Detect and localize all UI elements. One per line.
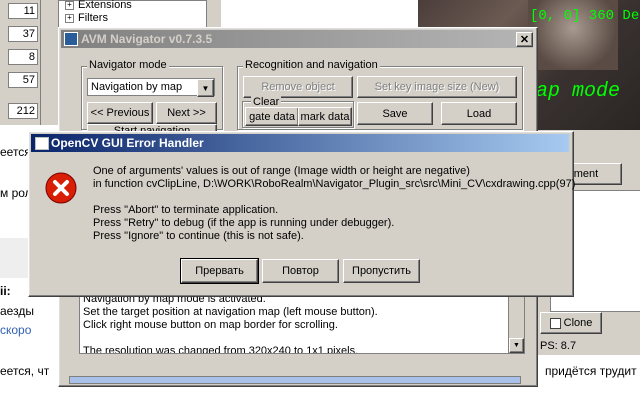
tree-item[interactable]: + Filters	[65, 12, 108, 24]
expand-icon[interactable]: +	[65, 0, 74, 10]
value-box: 37	[8, 26, 38, 42]
fps-text: PS: 8.7	[540, 340, 577, 352]
log-line: The resolution was changed from 320x240 …	[83, 345, 359, 354]
retry-button[interactable]: Повтор	[262, 259, 339, 283]
error-hint-ignore: Press "Ignore" to continue (this is not …	[93, 230, 304, 242]
abort-button[interactable]: Прервать	[180, 258, 259, 284]
tree-item[interactable]: + Extensions	[65, 0, 132, 11]
save-button[interactable]: Save	[357, 102, 433, 125]
close-button[interactable]: ✕	[516, 32, 533, 47]
navigator-titlebar: AVM Navigator v0.7.3.5 ✕	[61, 30, 533, 48]
log-line: Set the target position at navigation ma…	[83, 306, 378, 318]
error-dialog: OpenCV GUI Error Handler One of argument…	[28, 131, 576, 297]
navigator-mode-select[interactable]: Navigation by map ▼	[87, 78, 215, 97]
background-text: еется, чт	[0, 364, 50, 378]
next-button[interactable]: Next >>	[156, 102, 217, 124]
error-message-line: One of arguments' values is out of range…	[93, 165, 470, 177]
background-text: м рол	[0, 186, 32, 200]
value-box: 11	[8, 3, 38, 19]
dialog-app-icon	[35, 137, 49, 150]
background-text: аезды	[0, 304, 34, 318]
app-icon	[64, 32, 78, 46]
background-left-strip	[40, 0, 59, 125]
background-text: еется	[0, 145, 31, 159]
navigator-mode-label: Navigator mode	[87, 59, 169, 71]
error-hint-abort: Press "Abort" to terminate application.	[93, 204, 279, 216]
clone-button[interactable]: Clone	[540, 312, 602, 334]
error-dialog-titlebar: OpenCV GUI Error Handler	[31, 134, 569, 152]
load-button[interactable]: Load	[441, 102, 517, 125]
overlay-coords-text: [0, 0] 360 De	[530, 8, 640, 24]
error-icon	[45, 172, 77, 204]
log-scrollbar[interactable]: ▼	[508, 291, 524, 353]
scroll-down-icon[interactable]: ▼	[509, 338, 524, 353]
error-hint-retry: Press "Retry" to debug (if the app is ru…	[93, 217, 395, 229]
tree-item-label: Extensions	[78, 0, 132, 11]
previous-button[interactable]: << Previous	[87, 102, 153, 124]
background-text: скоро	[0, 323, 32, 337]
error-dialog-title: OpenCV GUI Error Handler	[51, 136, 204, 150]
chevron-down-icon[interactable]: ▼	[197, 79, 214, 97]
navigator-mode-value: Navigation by map	[91, 81, 183, 93]
clone-label: Clone	[563, 317, 593, 329]
log-line: Click right mouse button on map border f…	[83, 319, 338, 331]
value-box: 212	[8, 103, 38, 119]
navigator-title: AVM Navigator v0.7.3.5	[81, 32, 213, 46]
recognition-label: Recognition and navigation	[243, 59, 380, 71]
background-text: ii:	[0, 284, 11, 298]
error-message-line: in function cvClipLine, D:\WORK\RoboReal…	[93, 178, 576, 190]
tree-item-label: Filters	[78, 12, 108, 24]
background-text: придётся трудит	[545, 364, 637, 378]
value-box: 57	[8, 72, 38, 88]
background-left-panel: 11 37 8 57 212	[0, 0, 40, 125]
tree-view[interactable]: + Extensions + Filters	[58, 0, 208, 30]
tree-scrollbar[interactable]	[206, 0, 221, 28]
status-strip	[69, 376, 521, 384]
overlay-mode-text: ap mode	[536, 80, 621, 103]
expand-icon[interactable]: +	[65, 13, 74, 23]
ignore-button[interactable]: Пропустить	[343, 259, 420, 283]
clone-icon	[549, 317, 561, 329]
clear-gate-data-button[interactable]: gate data	[245, 107, 299, 126]
remove-object-button[interactable]: Remove object	[243, 76, 353, 98]
log-textbox[interactable]: Navigation by map mode is activated. Set…	[79, 290, 525, 354]
set-key-image-button[interactable]: Set key image size (New)	[357, 76, 517, 98]
clear-mark-data-button[interactable]: mark data	[298, 107, 352, 126]
value-box: 8	[8, 49, 38, 65]
